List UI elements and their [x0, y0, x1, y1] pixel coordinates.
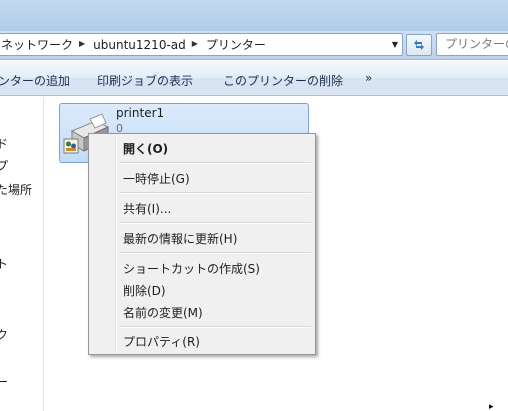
menu-separator	[119, 162, 311, 164]
mouse-cursor-icon: ▸	[489, 402, 494, 411]
window-glass-header	[0, 0, 508, 31]
nav-item[interactable]: ク	[0, 326, 8, 343]
nav-item[interactable]: プ	[0, 157, 8, 174]
menu-item-rename[interactable]: 名前の変更(M)	[123, 304, 203, 321]
menu-item-refresh[interactable]: 最新の情報に更新(H)	[123, 230, 237, 247]
menu-separator	[119, 326, 311, 328]
command-toolbar: ンターの追加 印刷ジョブの表示 このプリンターの削除 »	[0, 61, 508, 96]
refresh-button[interactable]	[406, 34, 432, 56]
refresh-icon	[414, 40, 424, 50]
navigation-pane: ド プ た場所 ト ク ー	[0, 97, 44, 411]
menu-item-properties[interactable]: プロパティ(R)	[123, 333, 200, 350]
breadcrumb-server[interactable]: ubuntu1210-ad	[93, 38, 186, 52]
nav-item[interactable]: た場所	[0, 181, 32, 198]
menu-separator	[119, 252, 311, 254]
view-print-jobs-button[interactable]: 印刷ジョブの表示	[97, 72, 193, 89]
menu-item-delete[interactable]: 削除(D)	[123, 282, 166, 299]
address-row: ネットワーク ▶ ubuntu1210-ad ▶ プリンター ▼ プリンターの	[0, 31, 508, 60]
nav-item[interactable]: ド	[0, 135, 8, 152]
menu-item-open[interactable]: 開く(O)	[123, 140, 168, 157]
address-bar[interactable]: ネットワーク ▶ ubuntu1210-ad ▶ プリンター ▼	[0, 33, 403, 56]
menu-item-create-shortcut[interactable]: ショートカットの作成(S)	[123, 260, 260, 277]
menu-separator	[119, 222, 311, 224]
menu-separator	[119, 192, 311, 194]
breadcrumb-network[interactable]: ネットワーク	[1, 36, 73, 53]
search-input[interactable]: プリンターの	[436, 33, 508, 56]
printer-name[interactable]: printer1	[116, 106, 164, 120]
menu-item-share[interactable]: 共有(I)...	[123, 200, 171, 217]
context-menu: 開く(O) 一時停止(G) 共有(I)... 最新の情報に更新(H) ショートカ…	[88, 133, 316, 355]
delete-printer-button[interactable]: このプリンターの削除	[223, 72, 343, 89]
address-dropdown-icon[interactable]: ▼	[392, 40, 398, 49]
menu-item-pause[interactable]: 一時停止(G)	[123, 170, 190, 187]
nav-item[interactable]: ー	[0, 373, 8, 390]
breadcrumb-printers[interactable]: プリンター	[206, 36, 266, 53]
breadcrumb-chevron-icon[interactable]: ▶	[192, 39, 198, 48]
more-commands-button[interactable]: »	[365, 71, 372, 85]
nav-item[interactable]: ト	[0, 255, 8, 272]
breadcrumb-chevron-icon[interactable]: ▶	[79, 39, 85, 48]
add-printer-button[interactable]: ンターの追加	[0, 72, 70, 89]
